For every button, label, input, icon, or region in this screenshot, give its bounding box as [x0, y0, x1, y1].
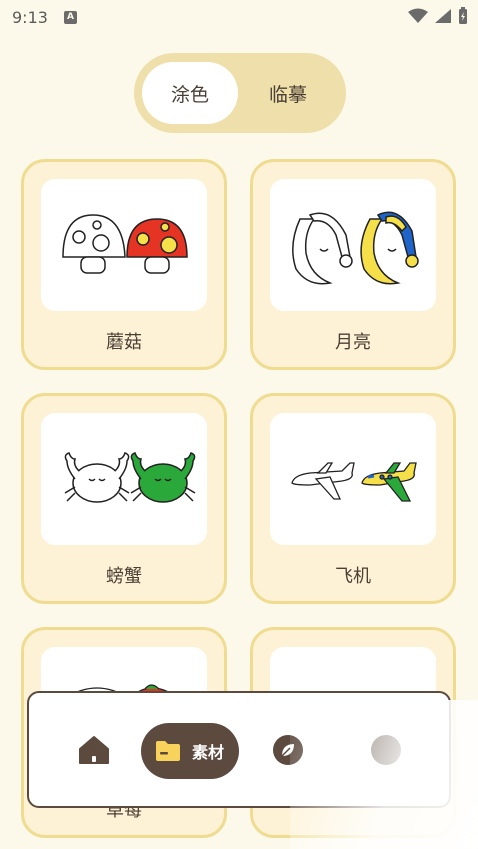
card-label: 飞机: [335, 566, 371, 587]
nav-materials-label: 素材: [192, 743, 225, 762]
status-time: 9:13: [12, 7, 48, 27]
status-icons: [408, 7, 468, 25]
home-icon[interactable]: [77, 733, 111, 767]
card-moon[interactable]: 月亮: [250, 159, 456, 370]
notification-a-icon: A: [63, 10, 77, 24]
profile-icon[interactable]: [369, 733, 403, 767]
card-label: 月亮: [335, 332, 371, 353]
status-bar: 9:13 A: [0, 0, 478, 34]
wifi-icon: [408, 8, 428, 23]
tab-tracing[interactable]: 临摹: [240, 62, 336, 124]
mushroom-drawing-icon: [41, 179, 207, 311]
folder-icon: [156, 741, 180, 761]
crab-drawing-icon: [41, 413, 207, 545]
nav-materials-button[interactable]: 素材: [141, 723, 239, 779]
battery-icon: [459, 7, 467, 24]
card-mushroom[interactable]: 蘑菇: [21, 159, 227, 370]
card-crab[interactable]: 螃蟹: [21, 393, 227, 604]
airplane-drawing-icon: [270, 413, 436, 545]
card-airplane[interactable]: 飞机: [250, 393, 456, 604]
leaf-icon[interactable]: [271, 733, 305, 767]
card-label: 螃蟹: [106, 566, 142, 587]
tab-coloring[interactable]: 涂色: [142, 62, 238, 124]
bottom-nav: 素材: [27, 691, 451, 808]
signal-icon: [435, 9, 451, 23]
card-label: 蘑菇: [106, 332, 142, 353]
mode-segmented-control: 涂色 临摹: [134, 53, 346, 133]
moon-drawing-icon: [270, 179, 436, 311]
